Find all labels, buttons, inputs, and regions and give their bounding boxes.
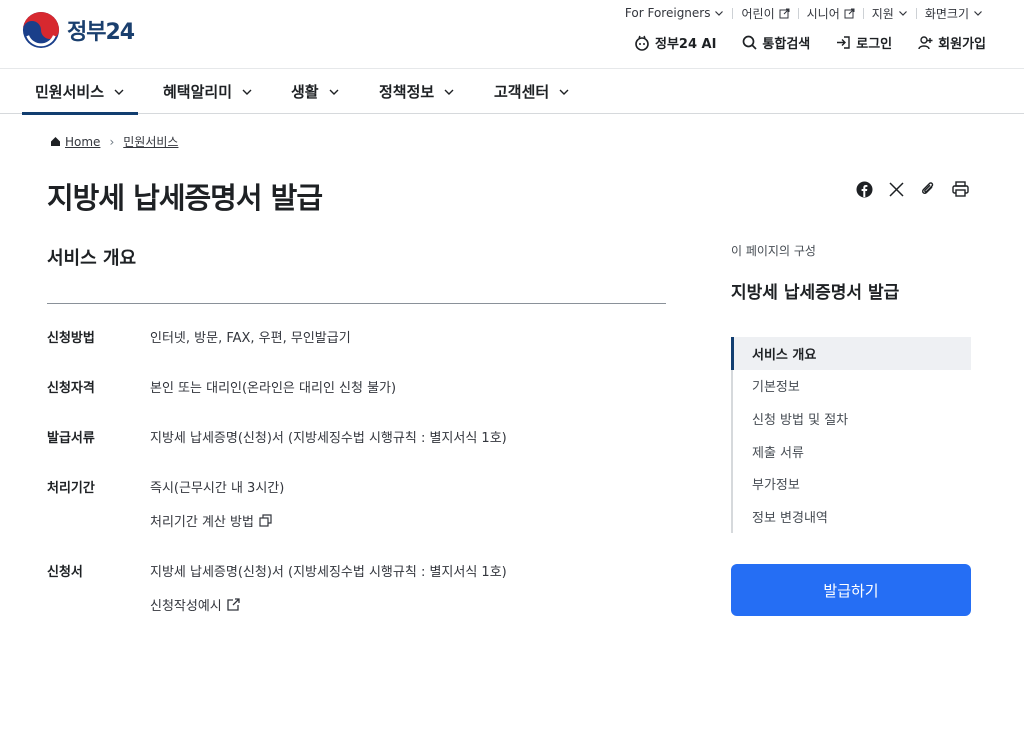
chevron-down-icon <box>974 11 982 16</box>
login-icon <box>837 36 850 49</box>
chevron-right-icon: › <box>109 134 115 149</box>
nav-label: 혜택알리미 <box>163 83 233 101</box>
link-label: 처리기간 계산 방법 <box>150 515 254 530</box>
chevron-down-icon <box>242 89 252 95</box>
user-plus-icon <box>918 36 933 50</box>
gov24-logo[interactable]: 정부24 <box>22 11 135 49</box>
facebook-share-button[interactable] <box>853 178 875 200</box>
print-button[interactable] <box>949 178 971 200</box>
info-label: 신청서 <box>47 565 83 580</box>
info-label: 신청자격 <box>47 381 95 396</box>
chevron-down-icon <box>444 89 454 95</box>
x-share-button[interactable] <box>885 178 907 200</box>
issue-button[interactable]: 발급하기 <box>731 564 971 616</box>
table-of-contents: 서비스 개요 기본정보 신청 방법 및 절차 제출 서류 부가정보 정보 변경내… <box>731 337 971 533</box>
nav-label: 정책정보 <box>379 83 435 101</box>
info-value: 인터넷, 방문, FAX, 우편, 무인발급기 <box>150 331 351 346</box>
external-link-icon <box>779 8 790 18</box>
toc-item-change-history[interactable]: 정보 변경내역 <box>733 500 971 533</box>
chevron-down-icon <box>114 89 124 95</box>
action-label: 통합검색 <box>762 37 811 52</box>
logo-text: 정부24 <box>67 20 135 45</box>
x-icon <box>888 181 904 197</box>
info-value: 즉시(근무시간 내 3시간) <box>150 481 285 496</box>
nav-civil-service[interactable]: 민원서비스 <box>22 69 139 115</box>
nav-label: 생활 <box>291 83 319 101</box>
chevron-down-icon <box>559 89 569 95</box>
nav-label: 민원서비스 <box>35 83 105 101</box>
senior-link[interactable]: 시니어 <box>799 5 863 21</box>
toc-item-documents[interactable]: 제출 서류 <box>733 435 971 468</box>
screen-size-menu[interactable]: 화면크기 <box>917 5 991 21</box>
login-button[interactable]: 로그인 <box>836 33 892 52</box>
for-foreigners-menu[interactable]: For Foreigners <box>617 5 733 21</box>
info-label: 신청방법 <box>47 331 95 346</box>
nav-benefit-alert[interactable]: 혜택알리미 <box>163 69 253 114</box>
nav-policy-info[interactable]: 정책정보 <box>379 69 455 114</box>
toc-item-basic-info[interactable]: 기본정보 <box>733 370 971 403</box>
divider <box>47 303 666 304</box>
info-value: 본인 또는 대리인(온라인은 대리인 신청 불가) <box>150 381 397 396</box>
utility-label: 화면크기 <box>924 6 969 21</box>
utility-menu: For Foreigners 어린이 시니어 지원 화면크기 <box>617 5 991 21</box>
breadcrumb-current[interactable]: 민원서비스 <box>123 133 178 150</box>
external-link-icon <box>227 598 240 611</box>
utility-label: 어린이 <box>741 6 775 21</box>
external-link-icon <box>844 8 855 18</box>
info-value: 지방세 납세증명(신청)서 (지방세징수법 시행규칙 : 별지서식 1호) <box>150 565 507 580</box>
info-label: 처리기간 <box>47 481 95 496</box>
link-clip-icon <box>922 182 934 194</box>
taegeuk-emblem-icon <box>22 11 60 49</box>
application-example-link[interactable]: 신청작성예시 <box>150 595 240 614</box>
section-title: 서비스 개요 <box>47 248 137 269</box>
chevron-down-icon <box>898 11 907 16</box>
ai-assistant-icon <box>635 35 649 51</box>
processing-time-calc-link[interactable]: 처리기간 계산 방법 <box>150 511 272 530</box>
nav-life[interactable]: 생활 <box>291 69 340 114</box>
utility-label: 지원 <box>871 6 894 21</box>
toc-item-additional-info[interactable]: 부가정보 <box>733 467 971 500</box>
action-label: 회원가입 <box>938 37 986 52</box>
copy-link-button[interactable] <box>917 178 939 200</box>
breadcrumb: Home › 민원서비스 <box>50 133 178 150</box>
nav-customer-center[interactable]: 고객센터 <box>494 69 570 114</box>
site-header: 정부24 For Foreigners 어린이 시니어 지원 화면크기 정부24… <box>0 0 1024 68</box>
chevron-down-icon <box>329 89 339 95</box>
toc-item-overview[interactable]: 서비스 개요 <box>731 337 971 370</box>
info-label: 발급서류 <box>47 431 95 446</box>
utility-label: 시니어 <box>806 6 840 21</box>
facebook-icon <box>856 181 872 197</box>
action-label: 로그인 <box>856 37 893 52</box>
toc-title: 지방세 납세증명서 발급 <box>731 283 900 303</box>
print-icon <box>951 181 969 197</box>
info-value: 지방세 납세증명(신청)서 (지방세징수법 시행규칙 : 별지서식 1호) <box>150 431 507 446</box>
action-label: 정부24 AI <box>654 37 717 52</box>
nav-label: 고객센터 <box>494 83 550 101</box>
toc-item-procedure[interactable]: 신청 방법 및 절차 <box>733 402 971 435</box>
search-button[interactable]: 통합검색 <box>742 33 810 52</box>
popup-window-icon <box>259 514 272 527</box>
page-title: 지방세 납세증명서 발급 <box>47 181 323 215</box>
kids-link[interactable]: 어린이 <box>733 5 797 21</box>
signup-button[interactable]: 회원가입 <box>918 33 986 52</box>
breadcrumb-home[interactable]: Home <box>65 135 100 149</box>
gov24-ai-button[interactable]: 정부24 AI <box>634 33 716 52</box>
home-icon <box>51 137 60 146</box>
toc-caption: 이 페이지의 구성 <box>731 244 816 258</box>
header-actions: 정부24 AI 통합검색 로그인 회원가입 <box>608 33 986 52</box>
chevron-down-icon <box>715 11 724 16</box>
support-menu[interactable]: 지원 <box>864 5 916 21</box>
search-icon <box>743 35 758 50</box>
utility-label: For Foreigners <box>624 6 711 20</box>
main-nav: 민원서비스 혜택알리미 생활 정책정보 고객센터 <box>0 68 1024 115</box>
link-label: 신청작성예시 <box>150 599 222 614</box>
